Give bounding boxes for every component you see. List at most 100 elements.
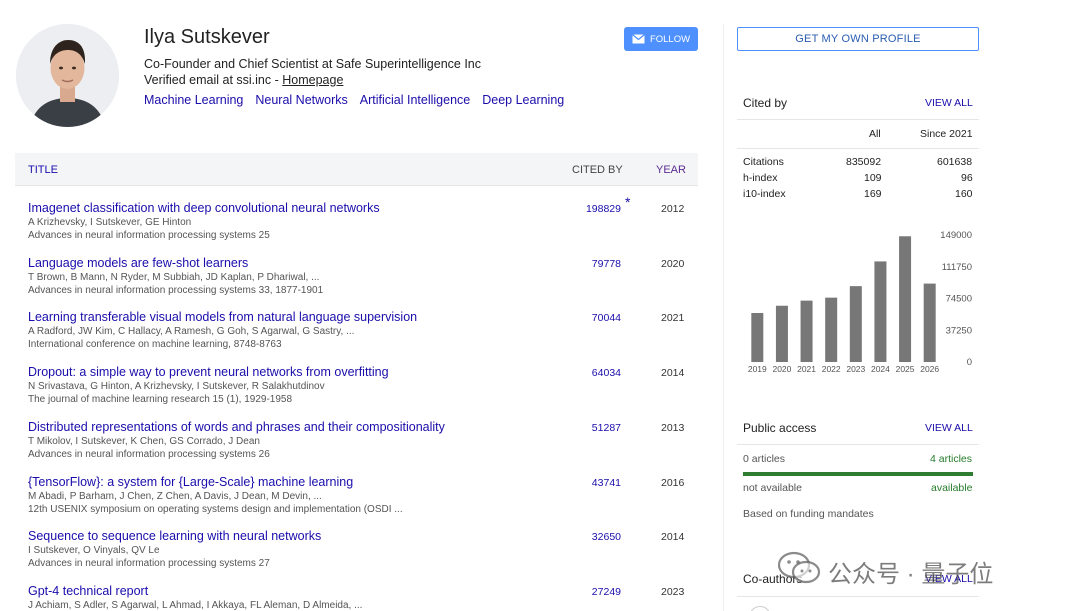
- chart-bar-2026[interactable]: [923, 283, 936, 362]
- article-venue: 12th USENIX symposium on operating syste…: [28, 504, 403, 515]
- cited-count[interactable]: 43741: [592, 477, 621, 489]
- article-venue: The journal of machine learning research…: [28, 394, 293, 405]
- chart-bar-2023[interactable]: [849, 286, 862, 362]
- metric-since: 96: [961, 172, 973, 184]
- cited-count[interactable]: 79778: [592, 258, 621, 270]
- interest-link[interactable]: Machine Learning: [144, 93, 243, 107]
- coauthor-avatar[interactable]: [749, 606, 771, 611]
- article-authors: I Sutskever, O Vinyals, QV Le: [28, 545, 160, 556]
- follow-button[interactable]: FOLLOW: [624, 27, 698, 51]
- article-venue: Advances in neural information processin…: [28, 558, 270, 569]
- wechat-icon: [777, 551, 822, 592]
- table-row: Gpt-4 technical report J Achiam, S Adler…: [15, 584, 698, 611]
- article-authors: N Srivastava, G Hinton, A Krizhevsky, I …: [28, 381, 325, 392]
- article-year: 2014: [661, 367, 685, 379]
- sort-by-cited[interactable]: CITED BY: [572, 164, 623, 176]
- article-title[interactable]: Learning transferable visual models from…: [28, 310, 417, 324]
- divider: [737, 119, 979, 120]
- article-title[interactable]: Imagenet classification with deep convol…: [28, 201, 380, 215]
- cited-count[interactable]: 198829: [586, 203, 621, 215]
- profile-photo: [16, 24, 119, 127]
- y-tick-label: 111750: [942, 262, 972, 273]
- metric-label: i10-index: [743, 188, 786, 200]
- profile-affiliation: Co-Founder and Chief Scientist at Safe S…: [144, 57, 481, 71]
- cited-by-title: Cited by: [743, 96, 788, 110]
- article-year: 2023: [661, 586, 685, 598]
- x-tick-label: 2024: [871, 364, 890, 374]
- articles-table-header: TITLE CITED BY YEAR: [15, 153, 698, 186]
- article-title[interactable]: Dropout: a simple way to prevent neural …: [28, 365, 389, 379]
- profile-email: Verified email at ssi.inc - Homepage: [144, 73, 343, 87]
- watermark: 公众号 · 量子位: [777, 551, 994, 592]
- cited-count[interactable]: 32650: [592, 531, 621, 543]
- article-year: 2020: [661, 258, 685, 270]
- y-tick-label: 149000: [940, 230, 972, 241]
- divider: [737, 596, 979, 597]
- chart-bar-2020[interactable]: [775, 305, 788, 362]
- homepage-link[interactable]: Homepage: [282, 73, 343, 87]
- metric-all: 109: [864, 172, 882, 184]
- interest-link[interactable]: Neural Networks: [255, 93, 347, 107]
- article-title[interactable]: {TensorFlow}: a system for {Large-Scale}…: [28, 475, 353, 489]
- follow-label: FOLLOW: [649, 33, 691, 45]
- chart-bar-2022[interactable]: [825, 297, 838, 362]
- merged-citations-star[interactable]: *: [625, 194, 630, 210]
- article-title[interactable]: Language models are few-shot learners: [28, 256, 248, 270]
- table-row: Distributed representations of words and…: [15, 420, 698, 474]
- get-my-own-profile-button[interactable]: GET MY OWN PROFILE: [737, 27, 979, 51]
- profile-name: Ilya Sutskever: [144, 26, 270, 48]
- column-divider: [723, 24, 724, 611]
- article-authors: J Achiam, S Adler, S Agarwal, L Ahmad, I…: [28, 600, 363, 611]
- cited-count[interactable]: 51287: [592, 422, 621, 434]
- divider: [737, 444, 979, 445]
- y-tick-label: 0: [967, 357, 972, 368]
- public-access-title: Public access: [743, 421, 817, 435]
- article-title[interactable]: Gpt-4 technical report: [28, 584, 148, 598]
- sort-by-year[interactable]: YEAR: [656, 164, 686, 176]
- citations-per-year-chart: 2019 2020 2021 2022 2023 2024 2025 2026 149000 11…: [748, 230, 972, 374]
- available-count[interactable]: 4 articles: [930, 453, 972, 465]
- email-text: Verified email at ssi.inc -: [144, 73, 283, 87]
- cited-count[interactable]: 27249: [592, 586, 621, 598]
- article-title[interactable]: Distributed representations of words and…: [28, 420, 445, 434]
- not-available-count[interactable]: 0 articles: [743, 453, 785, 465]
- cited-count[interactable]: 64034: [592, 367, 621, 379]
- chart-bar-2019[interactable]: [751, 312, 764, 362]
- cited-count[interactable]: 70044: [592, 312, 621, 324]
- table-row: Language models are few-shot learners T …: [15, 256, 698, 310]
- table-row: Imagenet classification with deep convol…: [15, 194, 698, 255]
- y-tick-label: 37250: [946, 325, 972, 336]
- divider: [737, 148, 979, 149]
- article-year: 2014: [661, 531, 685, 543]
- article-year: 2012: [661, 203, 685, 215]
- x-tick-label: 2020: [772, 364, 791, 374]
- article-title[interactable]: Sequence to sequence learning with neura…: [28, 529, 321, 543]
- article-venue: Advances in neural information processin…: [28, 285, 324, 296]
- metric-all: 835092: [846, 156, 882, 168]
- interest-link[interactable]: Deep Learning: [482, 93, 564, 107]
- metric-since: 160: [955, 188, 973, 200]
- table-row: Dropout: a simple way to prevent neural …: [15, 365, 698, 419]
- article-year: 2021: [661, 312, 685, 324]
- y-tick-label: 74500: [946, 294, 972, 305]
- funding-mandates-note: Based on funding mandates: [743, 508, 874, 520]
- sort-by-title[interactable]: TITLE: [28, 164, 58, 176]
- mail-icon: [632, 34, 645, 44]
- watermark-text: 公众号 · 量子位: [828, 561, 994, 588]
- article-authors: T Mikolov, I Sutskever, K Chen, GS Corra…: [28, 436, 260, 447]
- metric-all: 169: [864, 188, 882, 200]
- article-authors: A Krizhevsky, I Sutskever, GE Hinton: [28, 217, 192, 228]
- chart-bar-2024[interactable]: [874, 261, 887, 362]
- cited-by-view-all[interactable]: VIEW ALL: [925, 97, 973, 109]
- public-access-bar: [743, 472, 973, 476]
- article-authors: M Abadi, P Barham, J Chen, Z Chen, A Dav…: [28, 491, 322, 502]
- chart-bar-2025[interactable]: [899, 236, 912, 362]
- col-all-header: All: [869, 128, 881, 140]
- available-label: available: [931, 482, 973, 494]
- article-year: 2016: [661, 477, 685, 489]
- chart-bar-2021[interactable]: [800, 300, 813, 362]
- metric-label: Citations: [743, 156, 784, 168]
- public-access-view-all[interactable]: VIEW ALL: [925, 422, 973, 434]
- article-venue: Advances in neural information processin…: [28, 230, 270, 241]
- interest-link[interactable]: Artificial Intelligence: [360, 93, 470, 107]
